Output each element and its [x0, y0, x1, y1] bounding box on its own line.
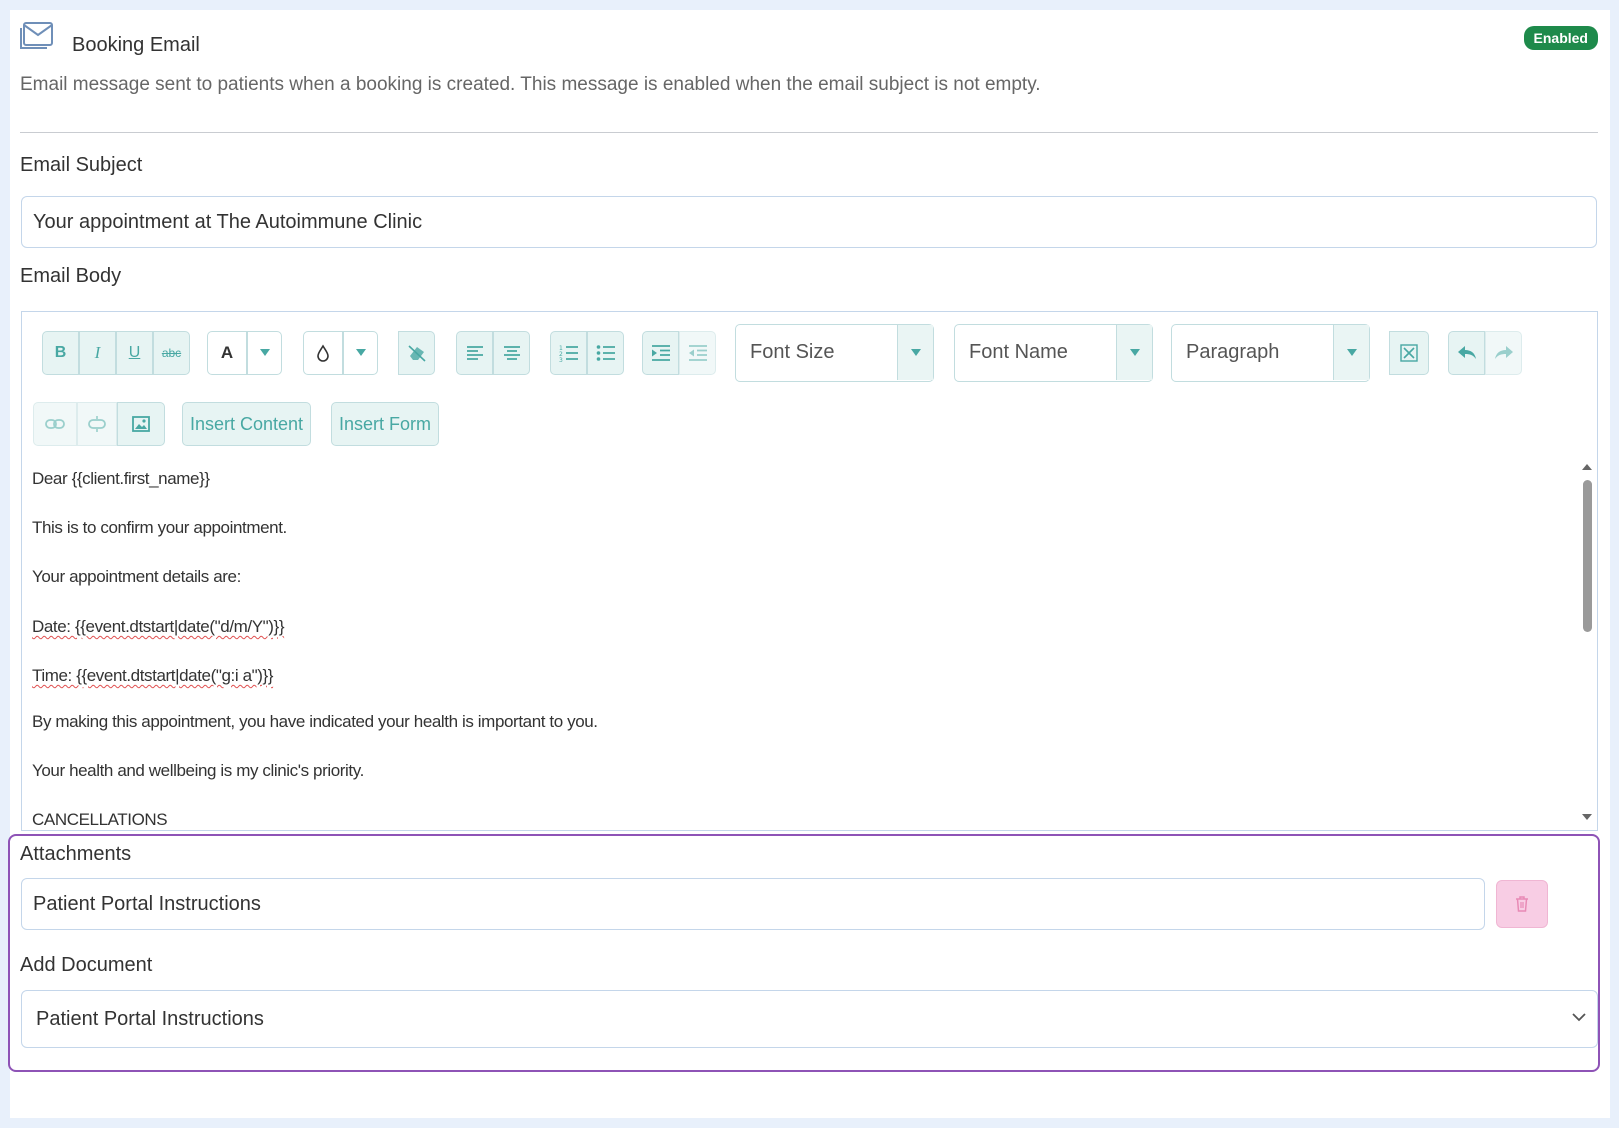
bold-button[interactable]: B: [42, 331, 79, 375]
chevron-down-icon: [1572, 1013, 1586, 1022]
section-title: Booking Email: [72, 34, 200, 56]
font-name-dropdown[interactable]: [1116, 325, 1152, 380]
section-description: Email message sent to patients when a bo…: [20, 74, 1041, 95]
insert-content-button[interactable]: Insert Content: [182, 402, 312, 446]
insert-form-button[interactable]: Insert Form: [331, 402, 440, 446]
list-group: 123: [550, 331, 624, 375]
align-left-icon: [466, 346, 483, 360]
font-color-dropdown[interactable]: [247, 331, 282, 375]
fullscreen-button[interactable]: [1389, 331, 1429, 375]
unordered-list-button[interactable]: [587, 331, 624, 375]
paragraph-dropdown[interactable]: [1333, 325, 1369, 380]
attachment-field[interactable]: Patient Portal Instructions: [21, 878, 1485, 930]
add-document-select[interactable]: Patient Portal Instructions: [21, 990, 1598, 1048]
body-line: Time: {{event.dtstart|date("g:i a")}}: [32, 666, 274, 685]
clear-format-button[interactable]: [398, 331, 435, 375]
history-group: [1448, 331, 1522, 375]
attachments-label: Attachments: [20, 843, 132, 865]
unordered-list-icon: [596, 345, 615, 361]
divider: [20, 132, 1598, 133]
indent-icon: [651, 345, 670, 361]
caret-down-icon: [1346, 348, 1357, 356]
body-line: Date: {{event.dtstart|date("d/m/Y")}}: [32, 617, 285, 636]
background-color-dropdown[interactable]: [343, 331, 378, 375]
outdent-icon: [688, 345, 707, 361]
email-body-label: Email Body: [20, 265, 122, 287]
fullscreen-icon: [1400, 344, 1418, 362]
email-body-editor: B I U abc A 1 2 3 Font Size Font Name Pa…: [21, 311, 1598, 831]
scrollbar-track: [1582, 464, 1592, 820]
trash-icon: [1516, 896, 1528, 912]
svg-text:3: 3: [559, 357, 563, 362]
undo-icon: [1457, 346, 1476, 359]
outdent-button[interactable]: [679, 331, 716, 375]
font-color-group: A: [207, 331, 282, 375]
caret-down-icon: [355, 349, 366, 356]
eraser-icon: [407, 345, 426, 362]
paragraph-select[interactable]: Paragraph: [1171, 324, 1370, 382]
body-line: By making this appointment, you have ind…: [32, 712, 598, 731]
indent-group: [642, 331, 716, 375]
body-line: Your health and wellbeing is my clinic's…: [32, 761, 364, 780]
underline-button[interactable]: U: [116, 331, 153, 375]
fullscreen-group: [1389, 331, 1429, 375]
indent-button[interactable]: [642, 331, 679, 375]
redo-icon: [1494, 346, 1513, 359]
italic-button[interactable]: I: [79, 331, 116, 375]
status-badge: Enabled: [1523, 26, 1598, 50]
font-name-select[interactable]: Font Name: [954, 324, 1153, 382]
caret-down-icon: [1129, 348, 1140, 356]
clear-format-group: [398, 331, 435, 375]
email-subject-label: Email Subject: [20, 154, 143, 176]
email-subject-input[interactable]: Your appointment at The Autoimmune Clini…: [21, 196, 1597, 248]
editor-scrollbar[interactable]: [1580, 460, 1594, 826]
image-icon: [132, 416, 150, 432]
insert-group: [33, 402, 165, 446]
text-style-group: B I U abc: [42, 331, 190, 375]
email-body-content[interactable]: Dear {{client.first_name}} This is to co…: [32, 462, 1522, 828]
link-icon: [45, 419, 65, 429]
caret-down-icon: [259, 349, 270, 356]
add-document-label: Add Document: [20, 954, 153, 976]
ordered-list-icon: 123: [559, 345, 578, 362]
body-line: CANCELLATIONS: [32, 810, 168, 828]
alignment-group: [456, 331, 530, 375]
font-name-label: Font Name: [969, 341, 1068, 363]
ordered-list-button[interactable]: 123: [550, 331, 587, 375]
strikethrough-button[interactable]: abc: [153, 331, 190, 375]
align-center-button[interactable]: [493, 331, 530, 375]
add-document-value: Patient Portal Instructions: [36, 1008, 264, 1030]
booking-email-card: Booking Email Enabled Email message sent…: [8, 10, 1610, 1118]
font-size-label: Font Size: [750, 341, 835, 363]
caret-down-icon: [910, 348, 921, 356]
droplet-icon: [317, 344, 329, 362]
body-line: This is to confirm your appointment.: [32, 518, 287, 537]
align-center-icon: [503, 346, 520, 360]
background-color-button[interactable]: [303, 331, 343, 375]
font-size-select[interactable]: Font Size: [735, 324, 934, 382]
align-left-button[interactable]: [456, 331, 493, 375]
undo-button[interactable]: [1448, 331, 1485, 375]
font-color-button[interactable]: A: [207, 331, 247, 375]
font-size-dropdown[interactable]: [897, 325, 933, 380]
redo-button[interactable]: [1485, 331, 1522, 375]
delete-attachment-button[interactable]: [1496, 880, 1548, 928]
body-line: Your appointment details are:: [32, 567, 241, 586]
unlink-icon: [88, 416, 106, 432]
envelope-icon: [20, 22, 53, 49]
image-button[interactable]: [117, 402, 165, 446]
paragraph-label: Paragraph: [1186, 341, 1280, 363]
background-color-group: [303, 331, 378, 375]
body-line: Dear {{client.first_name}}: [32, 469, 210, 488]
link-button[interactable]: [33, 402, 77, 446]
unlink-button[interactable]: [77, 402, 117, 446]
